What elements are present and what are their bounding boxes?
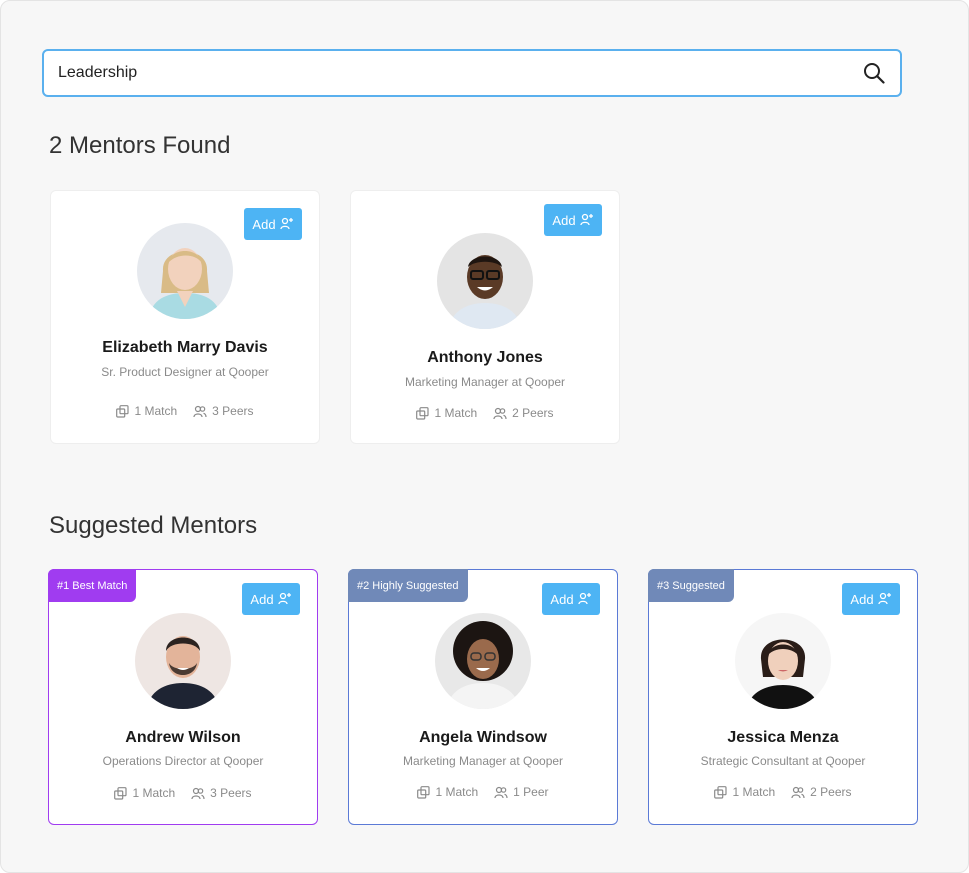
suggested-mentor-card[interactable]: #1 Best Match Add Andrew Wilson Operatio… <box>48 569 318 825</box>
rank-badge: #1 Best Match <box>48 569 137 602</box>
peers-stat: 3 Peers <box>193 404 254 418</box>
avatar <box>137 223 233 319</box>
match-count: 1 Match <box>732 785 776 799</box>
peers-stat: 3 Peers <box>191 786 252 800</box>
add-person-icon <box>877 592 891 605</box>
search-icon[interactable] <box>862 61 886 85</box>
peers-icon <box>791 786 805 798</box>
mentor-role: Operations Director at Qooper <box>102 754 264 768</box>
mentor-name: Angela Windsow <box>419 729 547 746</box>
rank-badge: #3 Suggested <box>648 569 734 602</box>
avatar <box>435 613 531 709</box>
suggested-mentor-card[interactable]: #2 Highly Suggested Add Angela Windsow M… <box>348 569 618 825</box>
results-title: 2 Mentors Found <box>49 132 231 159</box>
add-mentor-button[interactable]: Add <box>544 204 602 236</box>
peer-count: 2 Peers <box>810 785 852 799</box>
mentor-role: Sr. Product Designer at Qooper <box>101 365 269 379</box>
add-mentor-button[interactable]: Add <box>842 583 900 615</box>
mentor-card[interactable]: Add Elizabeth Marry Davis Sr. Product De… <box>50 190 320 444</box>
mentor-name: Elizabeth Marry Davis <box>102 339 268 356</box>
peers-stat: 2 Peers <box>791 785 852 799</box>
mentor-stats: 1 Match 2 Peers <box>649 785 917 799</box>
match-stat: 1 Match <box>417 785 478 799</box>
peer-count: 3 Peers <box>210 786 252 800</box>
add-mentor-button[interactable]: Add <box>542 583 600 615</box>
mentor-card[interactable]: Add Anthony Jones Marketing Manager at Q… <box>350 190 620 444</box>
mentor-role: Strategic Consultant at Qooper <box>700 754 866 768</box>
mentor-name: Jessica Menza <box>727 729 839 746</box>
match-count: 1 Match <box>435 785 479 799</box>
mentor-stats: 1 Match 3 Peers <box>51 404 319 418</box>
peers-stat: 2 Peers <box>493 406 554 420</box>
add-person-icon <box>279 217 293 230</box>
match-count: 1 Match <box>132 786 176 800</box>
avatar <box>735 613 831 709</box>
add-label: Add <box>552 212 576 228</box>
avatar <box>135 613 231 709</box>
search-bar[interactable] <box>42 49 902 97</box>
peers-icon <box>494 786 508 798</box>
add-label: Add <box>550 591 574 607</box>
mentor-search-panel: 2 Mentors Found Add Elizabeth Marry Davi… <box>0 0 969 873</box>
suggested-mentor-card[interactable]: #3 Suggested Add Jessica Menza Strategic… <box>648 569 918 825</box>
mentor-name: Andrew Wilson <box>125 729 241 746</box>
suggested-title: Suggested Mentors <box>49 512 258 539</box>
rank-badge: #2 Highly Suggested <box>348 569 468 602</box>
mentor-stats: 1 Match 3 Peers <box>49 786 317 800</box>
match-stat: 1 Match <box>416 406 477 420</box>
add-label: Add <box>252 216 276 232</box>
peers-stat: 1 Peer <box>494 785 549 799</box>
add-person-icon <box>277 592 291 605</box>
add-label: Add <box>250 591 274 607</box>
mentor-role: Marketing Manager at Qooper <box>402 754 564 768</box>
peer-count: 1 Peer <box>513 785 549 799</box>
match-count: 1 Match <box>134 404 178 418</box>
mentor-stats: 1 Match 2 Peers <box>351 406 619 420</box>
add-person-icon <box>577 592 591 605</box>
add-mentor-button[interactable]: Add <box>242 583 300 615</box>
mentor-name: Anthony Jones <box>427 349 543 366</box>
match-stat: 1 Match <box>114 786 175 800</box>
peer-count: 2 Peers <box>512 406 554 420</box>
avatar <box>437 233 533 329</box>
mentor-role: Marketing Manager at Qooper <box>404 375 566 389</box>
match-icon <box>114 786 128 800</box>
add-mentor-button[interactable]: Add <box>244 208 302 240</box>
match-icon <box>714 785 728 799</box>
search-input[interactable] <box>58 64 862 82</box>
match-icon <box>417 785 431 799</box>
add-person-icon <box>579 213 593 226</box>
peer-count: 3 Peers <box>212 404 254 418</box>
peers-icon <box>191 787 205 799</box>
match-icon <box>116 404 130 418</box>
mentor-stats: 1 Match 1 Peer <box>349 785 617 799</box>
peers-icon <box>193 405 207 417</box>
match-icon <box>416 406 430 420</box>
match-stat: 1 Match <box>116 404 177 418</box>
add-label: Add <box>850 591 874 607</box>
peers-icon <box>493 407 507 419</box>
match-count: 1 Match <box>434 406 478 420</box>
match-stat: 1 Match <box>714 785 775 799</box>
